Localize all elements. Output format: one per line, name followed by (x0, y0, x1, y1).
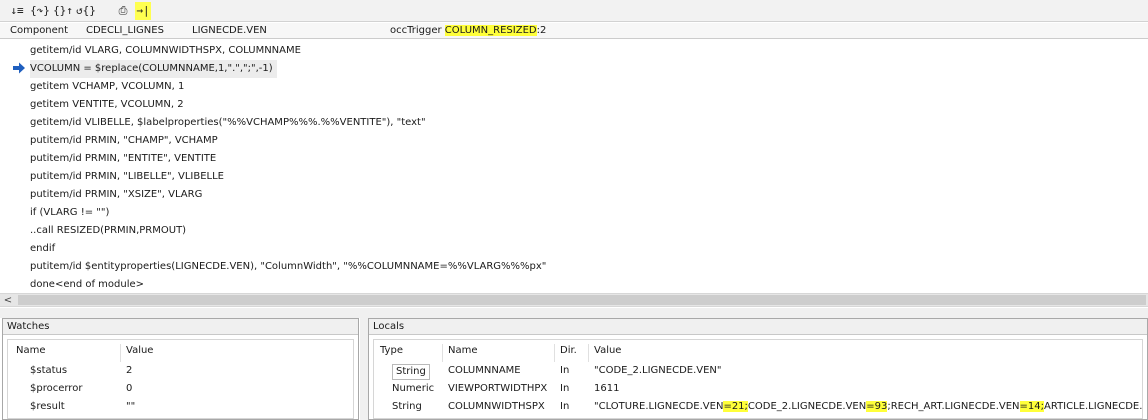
locals-table[interactable]: Type Name Dir. Value String COLUMNNAME I… (373, 339, 1143, 419)
entity-name: LIGNECDE.VEN (192, 25, 267, 36)
watch-value[interactable]: 0 (126, 382, 132, 396)
watches-title: Watches (3, 319, 358, 335)
value-part: "CLOTURE.LIGNECDE.VEN (594, 401, 724, 412)
code-line[interactable]: putitem/id PRMIN, "LIBELLE", VLIBELLE (30, 168, 224, 186)
watch-value[interactable]: 2 (126, 364, 132, 378)
scroll-left-icon[interactable]: < (0, 294, 16, 306)
local-dir[interactable]: In (560, 364, 569, 378)
continue-icon[interactable]: ↺{} (75, 2, 97, 20)
watches-header-value[interactable]: Value (126, 344, 153, 358)
trigger-info: occTrigger COLUMN_RESIZED:2 (390, 25, 546, 36)
watches-header-name[interactable]: Name (16, 344, 46, 358)
value-part-highlight: =21; (723, 401, 748, 412)
debugger-toolbar: ↓≡ {↷} {}↑ ↺{} ⎙ →| (0, 0, 1148, 22)
code-line[interactable]: getitem VENTITE, VCOLUMN, 2 (30, 96, 184, 114)
local-value[interactable]: "CODE_2.LIGNECDE.VEN" (594, 364, 722, 378)
watch-name[interactable]: $result (30, 400, 65, 414)
watch-name[interactable]: $procerror (30, 382, 82, 396)
column-divider[interactable] (554, 344, 555, 362)
step-over-icon[interactable]: {↷} (29, 2, 51, 20)
locals-title: Locals (369, 319, 1147, 335)
local-dir[interactable]: In (560, 400, 569, 414)
locals-header-type[interactable]: Type (380, 344, 403, 358)
code-line[interactable]: putitem/id PRMIN, "CHAMP", VCHAMP (30, 132, 218, 150)
code-line[interactable]: putitem/id $entityproperties(LIGNECDE.VE… (30, 258, 546, 276)
local-type[interactable]: Numeric (392, 382, 434, 396)
context-info-bar: Component CDECLI_LIGNES LIGNECDE.VEN occ… (0, 23, 1148, 39)
column-divider[interactable] (442, 344, 443, 362)
column-divider[interactable] (588, 344, 589, 362)
value-part-highlight: =93 (866, 401, 888, 412)
component-name: CDECLI_LIGNES (86, 25, 164, 36)
code-line[interactable]: getitem VCHAMP, VCOLUMN, 1 (30, 78, 184, 96)
watches-pane: Watches Name Value $status 2 $procerror … (2, 318, 359, 420)
value-part-highlight: =14; (1019, 401, 1045, 412)
watch-value[interactable]: "" (126, 400, 135, 414)
code-line-current[interactable]: VCOLUMN = $replace(COLUMNNAME,1,".",";",… (30, 60, 277, 78)
code-line[interactable]: if (VLARG != "") (30, 204, 109, 222)
local-value[interactable]: 1611 (594, 382, 619, 396)
code-line[interactable]: getitem/id VLIBELLE, $labelproperties("%… (30, 114, 426, 132)
value-part: CODE_2.LIGNECDE.VEN (747, 401, 867, 412)
code-line[interactable]: putitem/id PRMIN, "ENTITE", VENTITE (30, 150, 216, 168)
locals-header-value[interactable]: Value (594, 344, 621, 358)
vertical-splitter[interactable] (360, 318, 368, 420)
local-value[interactable]: "CLOTURE.LIGNECDE.VEN=21;CODE_2.LIGNECDE… (594, 400, 1142, 414)
step-out-icon[interactable]: {}↑ (52, 2, 74, 20)
local-type[interactable]: String (392, 364, 430, 380)
locals-header-dir[interactable]: Dir. (560, 344, 577, 358)
run-to-cursor-icon[interactable]: →| (135, 1, 151, 20)
local-dir[interactable]: In (560, 382, 569, 396)
component-label: Component (10, 25, 69, 36)
locals-pane: Locals Type Name Dir. Value String COLUM… (368, 318, 1148, 420)
trigger-label: occTrigger (390, 25, 442, 36)
code-line[interactable]: getitem/id VLARG, COLUMNWIDTHSPX, COLUMN… (30, 42, 301, 60)
local-name[interactable]: COLUMNWIDTHSPX (448, 400, 545, 414)
value-part: ;RECH_ART.LIGNECDE.VEN (887, 401, 1020, 412)
local-type[interactable]: String (392, 400, 422, 414)
scrollbar-thumb[interactable] (18, 295, 1146, 305)
print-icon[interactable]: ⎙ (112, 2, 134, 20)
locals-header-name[interactable]: Name (448, 344, 478, 358)
step-into-icon[interactable]: ↓≡ (6, 2, 28, 20)
trigger-suffix: :2 (536, 25, 547, 36)
source-code-pane[interactable]: getitem/id VLARG, COLUMNWIDTHSPX, COLUMN… (0, 40, 1148, 293)
watches-table[interactable]: Name Value $status 2 $procerror 0 $resul… (7, 339, 354, 419)
watch-name[interactable]: $status (30, 364, 67, 378)
code-line[interactable]: putitem/id PRMIN, "XSIZE", VLARG (30, 186, 202, 204)
code-horizontal-scrollbar[interactable]: < (0, 293, 1148, 307)
pane-splitter[interactable] (0, 308, 1148, 318)
code-line[interactable]: ..call RESIZED(PRMIN,PRMOUT) (30, 222, 186, 240)
code-line[interactable]: endif (30, 240, 55, 258)
local-name[interactable]: VIEWPORTWIDTHPX (448, 382, 547, 396)
code-line[interactable]: done<end of module> (30, 276, 144, 293)
current-line-arrow-icon (13, 62, 25, 74)
value-part: ARTICLE.LIGNECDE.V... (1044, 401, 1142, 412)
local-name[interactable]: COLUMNNAME (448, 364, 521, 378)
column-divider[interactable] (120, 344, 121, 362)
trigger-name: COLUMN_RESIZED (444, 25, 537, 36)
